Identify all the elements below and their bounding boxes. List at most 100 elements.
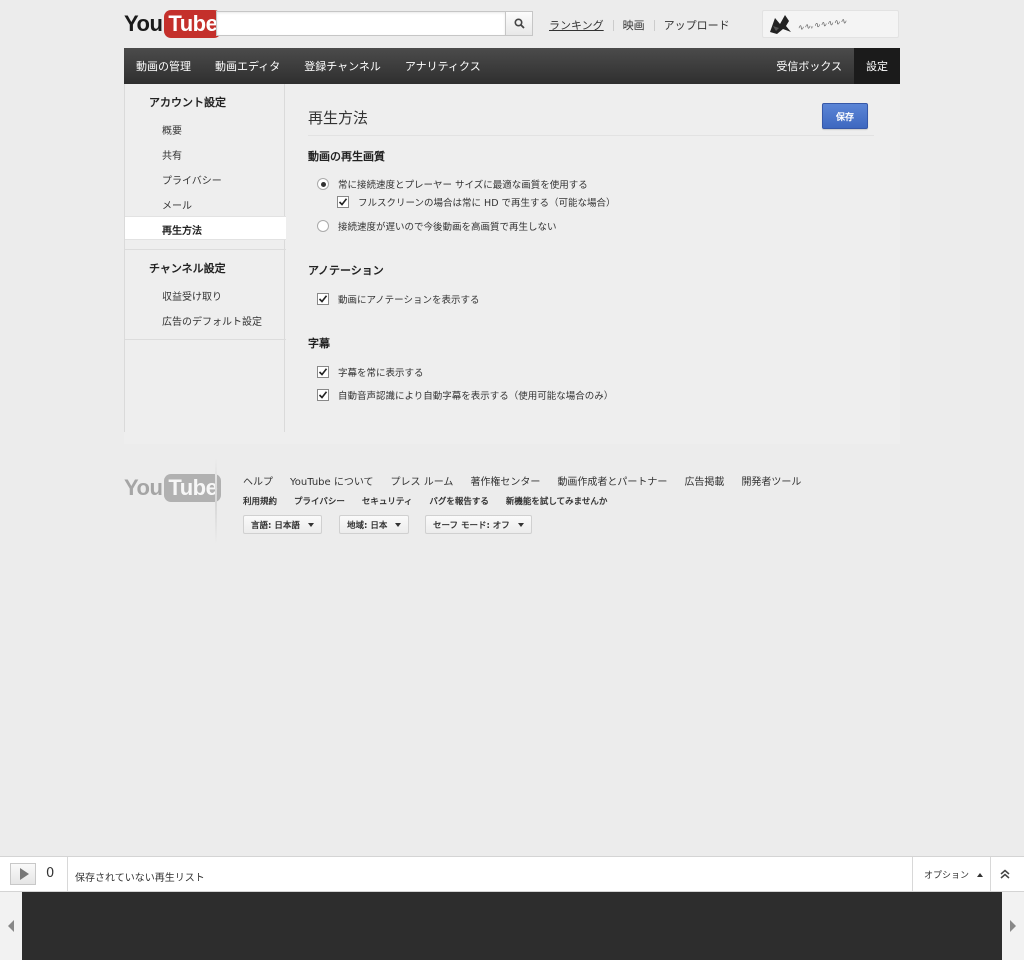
auto-captions-checkbox[interactable] [317, 389, 329, 401]
option-label: 自動音声認識により自動字幕を表示する（使用可能な場合のみ） [338, 391, 614, 402]
footer-link-report-bug[interactable]: バグを報告する [429, 495, 489, 507]
search-button[interactable] [505, 11, 533, 36]
tray-next-button[interactable] [1006, 917, 1020, 935]
sidebar-item-monetization[interactable]: 収益受け取り [162, 288, 222, 303]
chevron-down-icon [517, 522, 524, 527]
link-separator [612, 19, 614, 31]
link-ranking[interactable]: ランキング [549, 17, 604, 33]
options-label: オプション [924, 871, 970, 881]
footer-link-press[interactable]: プレス ルーム [391, 473, 454, 488]
annotations-section-title: アノテーション [308, 264, 384, 277]
playlist-count: 0 [46, 866, 55, 881]
footer-link-help[interactable]: ヘルプ [243, 473, 273, 488]
double-chevron-up-icon [1000, 869, 1010, 879]
guide-nav-bar: 動画の管理 動画エディタ 登録チャンネル アナリティクス 受信ボックス 設定 [124, 48, 900, 84]
nav-video-editor[interactable]: 動画エディタ [203, 48, 292, 84]
nav-analytics[interactable]: アナリティクス [393, 48, 493, 84]
nav-subscriptions[interactable]: 登録チャンネル [292, 48, 393, 84]
footer-link-creators[interactable]: 動画作成者とパートナー [557, 473, 667, 488]
footer-secondary-links: 利用規約 プライバシー セキュリティ バグを報告する 新機能を試してみませんか [243, 495, 624, 507]
location-picker[interactable]: 地域: 日本 [339, 515, 410, 534]
chevron-down-icon [307, 522, 314, 527]
sidebar-item-sharing[interactable]: 共有 [162, 147, 182, 162]
option-label: 常に接続速度とプレーヤー サイズに最適な画質を使用する [338, 180, 588, 191]
footer-link-copyright[interactable]: 著作権センター [470, 473, 540, 488]
title-divider [308, 135, 874, 136]
search-icon [513, 18, 525, 29]
footer-divider [215, 458, 217, 544]
sidebar-divider [125, 339, 286, 340]
playlist-play-button[interactable] [10, 863, 36, 885]
playback-settings-panel: 再生方法 保存 動画の再生画質 常に接続速度とプレーヤー サイズに最適な画質を使… [308, 84, 878, 432]
footer-link-terms[interactable]: 利用規約 [243, 495, 277, 507]
quality-option-slow: 接続速度が遅いので今後動画を高画質で再生しない [317, 219, 557, 233]
chevron-down-icon [395, 522, 402, 527]
footer-link-try-new[interactable]: 新機能を試してみませんか [506, 495, 608, 507]
settings-content: アカウント設定 概要 共有 プライバシー メール 再生方法 チャンネル設定 収益… [124, 84, 900, 444]
fullscreen-hd-checkbox[interactable] [337, 196, 349, 208]
footer-link-privacy[interactable]: プライバシー [294, 495, 345, 507]
playlist-tray-content [22, 892, 1002, 960]
chevron-left-icon [8, 920, 14, 932]
picker-label: セーフ モード: オフ [433, 520, 510, 531]
footer-link-advertising[interactable]: 広告掲載 [684, 473, 724, 488]
option-label: フルスクリーンの場合は常に HD で再生する（可能な場合） [358, 198, 616, 209]
link-separator [653, 19, 655, 31]
settings-sidebar: アカウント設定 概要 共有 プライバシー メール 再生方法 チャンネル設定 収益… [124, 84, 286, 432]
logo-tube: Tube [164, 10, 222, 38]
youtube-logo[interactable]: You Tube [124, 9, 222, 39]
quality-option-best: 常に接続速度とプレーヤー サイズに最適な画質を使用する [317, 177, 588, 191]
tray-prev-button[interactable] [4, 917, 18, 935]
option-label: 字幕を常に表示する [338, 368, 424, 379]
playlist-separator [912, 857, 913, 891]
sidebar-channel-title: チャンネル設定 [149, 262, 226, 275]
page-title: 再生方法 [308, 109, 369, 127]
playlist-options-button[interactable]: オプション [924, 868, 984, 881]
option-label: 動画にアノテーションを表示する [338, 295, 480, 306]
nav-inbox[interactable]: 受信ボックス [764, 48, 854, 84]
sidebar-item-overview[interactable]: 概要 [162, 122, 182, 137]
sidebar-item-playback[interactable]: 再生方法 [125, 216, 286, 240]
captions-option-always: 字幕を常に表示する [317, 365, 424, 379]
link-movies[interactable]: 映画 [623, 17, 645, 33]
sidebar-item-ad-defaults[interactable]: 広告のデフォルト設定 [162, 313, 262, 328]
checkmark-icon [318, 391, 328, 399]
footer-link-developers[interactable]: 開発者ツール [741, 473, 801, 488]
checkmark-icon [318, 295, 328, 303]
logo-tube: Tube [164, 474, 222, 502]
quality-best-radio[interactable] [317, 178, 329, 190]
checkmark-icon [318, 368, 328, 376]
nav-settings[interactable]: 設定 [854, 48, 900, 84]
footer-primary-links: ヘルプ YouTube について プレス ルーム 著作権センター 動画作成者とパ… [243, 473, 818, 488]
always-captions-checkbox[interactable] [317, 366, 329, 378]
language-picker[interactable]: 言語: 日本語 [243, 515, 322, 534]
footer-youtube-logo[interactable]: You Tube [124, 474, 222, 502]
sidebar-item-privacy[interactable]: プライバシー [162, 172, 222, 187]
search-input[interactable] [216, 11, 506, 36]
link-upload[interactable]: アップロード [664, 17, 730, 33]
show-annotations-checkbox[interactable] [317, 293, 329, 305]
masthead: You Tube ランキング 映画 アップロード ∿∿ᵥ∿∿∿∿∿ [124, 0, 900, 48]
logo-you: You [124, 11, 163, 36]
nav-video-manager[interactable]: 動画の管理 [124, 48, 203, 84]
safety-mode-picker[interactable]: セーフ モード: オフ [425, 515, 532, 534]
captions-option-auto: 自動音声認識により自動字幕を表示する（使用可能な場合のみ） [317, 388, 613, 402]
playlist-title: 保存されていない再生リスト [75, 873, 205, 884]
quality-option-fullscreen-hd: フルスクリーンの場合は常に HD で再生する（可能な場合） [337, 195, 616, 209]
playlist-expand-button[interactable] [995, 865, 1015, 883]
sidebar-item-label: 再生方法 [162, 226, 202, 237]
playlist-separator [67, 857, 68, 891]
footer-link-about[interactable]: YouTube について [290, 473, 374, 488]
chevron-right-icon [1010, 920, 1016, 932]
picker-label: 言語: 日本語 [251, 520, 300, 531]
checkmark-icon [338, 198, 348, 206]
quality-slow-radio[interactable] [317, 220, 329, 232]
footer-link-safety[interactable]: セキュリティ [362, 495, 413, 507]
annotations-option-show: 動画にアノテーションを表示する [317, 292, 479, 306]
top-links: ランキング 映画 アップロード [549, 17, 730, 33]
sidebar-item-email[interactable]: メール [162, 197, 192, 212]
option-label: 接続速度が遅いので今後動画を高画質で再生しない [338, 222, 557, 233]
user-account-button[interactable]: ∿∿ᵥ∿∿∿∿∿ [762, 10, 899, 38]
save-button[interactable]: 保存 [822, 103, 868, 129]
quality-section-title: 動画の再生画質 [308, 150, 385, 163]
